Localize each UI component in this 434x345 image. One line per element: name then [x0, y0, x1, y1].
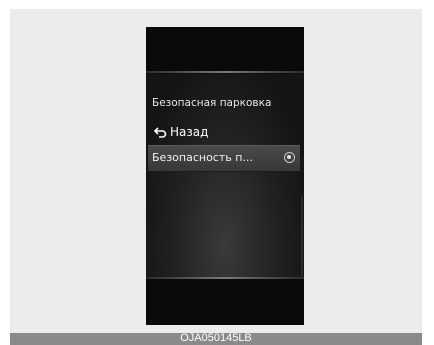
top-bar: [146, 27, 304, 71]
list-item-label: Безопасность п...: [152, 151, 253, 164]
back-button[interactable]: Назад: [154, 123, 208, 141]
radio-selected-dot: [287, 155, 291, 159]
display-screen: [146, 27, 304, 325]
radio-button-icon[interactable]: [284, 152, 295, 163]
scrollbar[interactable]: [301, 197, 303, 277]
list-item-safe-exit[interactable]: Безопасность п...: [148, 145, 300, 172]
back-arrow-icon: [154, 126, 167, 138]
caption-bar: OJA050145LB: [10, 332, 422, 345]
bottom-bar: [146, 279, 304, 325]
top-separator: [146, 71, 304, 73]
figure-caption: OJA050145LB: [180, 332, 252, 344]
menu-title: Безопасная парковка: [152, 97, 272, 109]
back-label: Назад: [170, 125, 209, 139]
